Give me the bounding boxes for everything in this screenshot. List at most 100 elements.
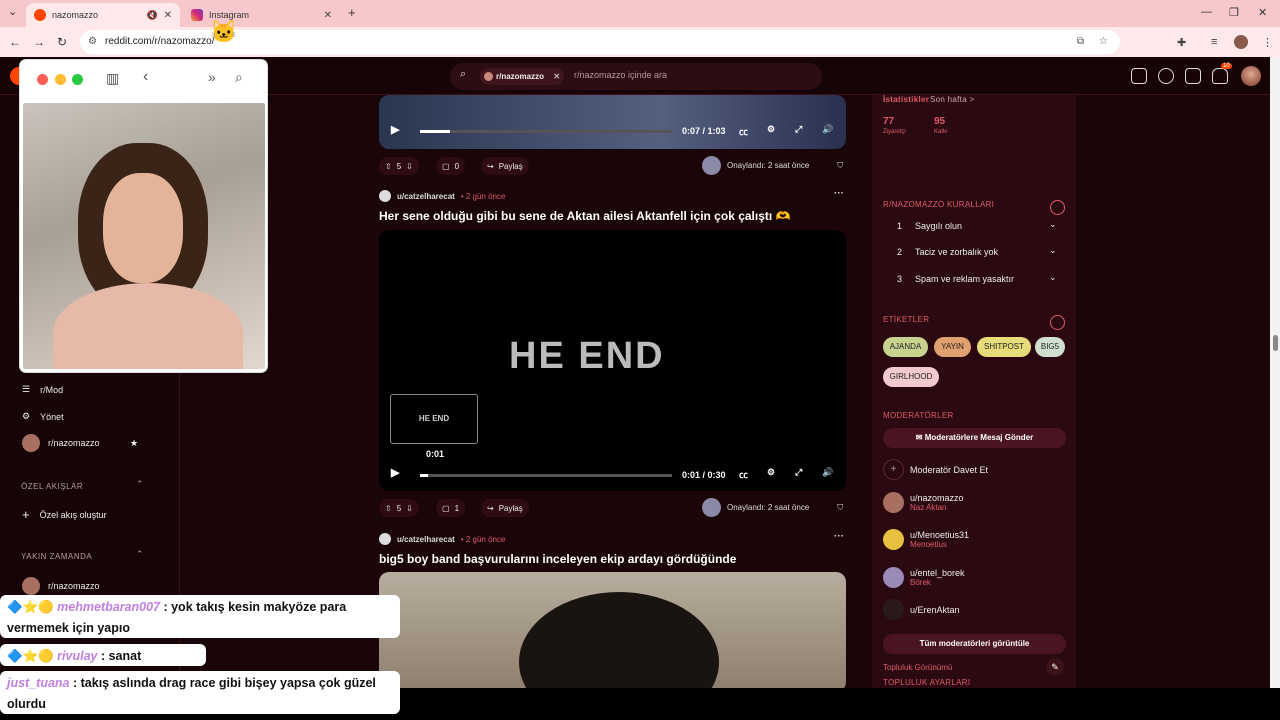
downvote-icon[interactable]: ⇩ <box>406 504 413 513</box>
comments-button[interactable]: ▢ 0 <box>436 157 466 175</box>
tab-search-icon[interactable]: ⌄ <box>8 5 17 18</box>
zoom-dot-icon[interactable] <box>72 74 83 85</box>
author-avatar[interactable] <box>379 190 391 202</box>
edit-tags-icon[interactable] <box>1050 315 1065 330</box>
volume-icon[interactable]: 🔊 <box>822 124 833 135</box>
page-scrollbar[interactable] <box>1270 57 1280 688</box>
view-all-mods-button[interactable]: Tüm moderatörleri görüntüle <box>883 634 1066 654</box>
back-arrow-icon[interactable]: ← <box>9 35 21 49</box>
search-icon[interactable]: ⌕ <box>235 69 243 86</box>
video-player[interactable]: HE END HE END 0:01 ▶ 0:01 / 0:30 ㏄ ⚙ ⤢ 🔊 <box>379 230 846 491</box>
tab-instagram[interactable]: Instagram ✕ <box>183 3 340 27</box>
clear-chip-icon[interactable]: ✕ <box>553 68 560 85</box>
back-chevron-icon[interactable]: ‹ <box>143 68 148 86</box>
comments-button[interactable]: ▢ 1 <box>436 499 466 517</box>
tag-big5[interactable]: BIG5 <box>1035 337 1065 357</box>
sidebar-item-mod[interactable]: ☰ r/Mod <box>22 384 63 395</box>
create-feed-button[interactable]: + Özel akış oluştur <box>22 507 107 522</box>
vote-control[interactable]: ⇧ 5 ⇩ <box>379 499 419 517</box>
create-post-icon[interactable] <box>1185 68 1201 84</box>
restore-button[interactable]: ❐ <box>1229 6 1239 19</box>
rule-item[interactable]: 3 Spam ve reklam yasaktır <box>897 274 1014 284</box>
post-title[interactable]: Her sene olduğu gibi bu sene de Aktan ai… <box>379 209 791 223</box>
author-name[interactable]: u/catzelharecat <box>397 535 455 544</box>
share-button[interactable]: ↪ Paylaş <box>481 157 529 175</box>
sidebar-item-manage[interactable]: ⚙ Yönet <box>22 411 64 422</box>
upvote-icon[interactable]: ⇧ <box>385 162 392 171</box>
collapse-chevron-icon[interactable]: ⌃ <box>136 479 144 490</box>
edit-rules-icon[interactable] <box>1050 200 1065 215</box>
post-image[interactable] <box>379 572 846 688</box>
new-tab-button[interactable]: + <box>348 5 356 20</box>
search-community-chip[interactable]: r/nazomazzo ✕ <box>480 68 565 85</box>
install-icon[interactable]: ⧉ <box>1077 30 1084 54</box>
search-input[interactable]: ⌕ r/nazomazzo ✕ r/nazomazzo içinde ara <box>450 63 822 90</box>
custom-feeds-heading[interactable]: ÖZEL AKIŞLAR <box>21 482 83 491</box>
recent-heading[interactable]: YAKIN ZAMANDA <box>21 552 92 561</box>
tag-girlhood[interactable]: GIRLHOOD <box>883 367 939 387</box>
mute-icon[interactable]: 🔇 <box>147 10 158 21</box>
favorite-star-icon[interactable]: ★ <box>130 438 138 449</box>
video-player[interactable]: ▶ 0:07 / 1:03 ㏄ ⚙ ⤢ 🔊 <box>379 95 846 149</box>
mod-item[interactable]: u/ErenAktan <box>883 599 960 620</box>
shield-icon[interactable]: ⛉ <box>837 503 843 513</box>
play-icon[interactable]: ▶ <box>391 123 399 136</box>
downvote-icon[interactable]: ⇩ <box>406 162 413 171</box>
tab-nazomazzo[interactable]: nazomazzo 🔇 ✕ <box>26 3 180 27</box>
collapse-chevron-icon[interactable]: ⌃ <box>136 549 144 560</box>
author-name[interactable]: u/catzelharecat <box>397 192 455 201</box>
volume-icon[interactable]: 🔊 <box>822 467 833 478</box>
play-icon[interactable]: ▶ <box>391 466 399 479</box>
minimize-dot-icon[interactable] <box>55 74 66 85</box>
user-avatar[interactable] <box>1241 66 1261 86</box>
close-dot-icon[interactable] <box>37 74 48 85</box>
reload-icon[interactable]: ↻ <box>57 35 67 49</box>
scroll-thumb[interactable] <box>1273 335 1278 351</box>
forward-chevron-icon[interactable]: » <box>208 69 216 85</box>
progress-track[interactable] <box>420 474 672 477</box>
recent-item-nazomazzo[interactable]: r/nazomazzo <box>22 577 100 595</box>
forward-arrow-icon[interactable]: → <box>33 35 45 49</box>
invite-mod-button[interactable]: + Moderatör Davet Et <box>883 459 988 480</box>
chevron-down-icon[interactable]: ⌄ <box>1049 272 1057 283</box>
upvote-icon[interactable]: ⇧ <box>385 504 392 513</box>
community-appearance-link[interactable]: Topluluk Görünümü <box>883 663 952 672</box>
media-icon[interactable]: ≡ <box>1211 36 1217 48</box>
sidebar-toggle-icon[interactable]: ▥ <box>106 70 119 87</box>
rule-item[interactable]: 1 Saygılı olun <box>897 221 962 231</box>
stats-period-toggle[interactable]: Son hafta > <box>930 95 974 104</box>
mod-item[interactable]: u/entel_borek Börek <box>883 567 965 588</box>
ads-icon[interactable] <box>1131 68 1147 84</box>
close-tab-icon[interactable]: ✕ <box>164 10 172 21</box>
close-window-button[interactable]: ✕ <box>1258 6 1267 19</box>
fullscreen-icon[interactable]: ⤢ <box>795 124 802 135</box>
site-info-icon[interactable]: ⚙ <box>88 30 97 54</box>
captions-icon[interactable]: ㏄ <box>739 468 748 481</box>
rule-item[interactable]: 2 Taciz ve zorbalık yok <box>897 247 998 257</box>
progress-track[interactable] <box>420 130 672 133</box>
close-tab-icon[interactable]: ✕ <box>324 10 332 21</box>
tag-ajanda[interactable]: AJANDA <box>883 337 928 357</box>
profile-avatar[interactable] <box>1234 35 1248 49</box>
bookmark-star-icon[interactable]: ☆ <box>1099 30 1108 54</box>
tag-shitpost[interactable]: SHITPOST <box>977 337 1031 357</box>
extensions-icon[interactable]: ✚ <box>1177 36 1186 49</box>
post-menu-icon[interactable]: ··· <box>834 531 844 542</box>
message-mods-button[interactable]: ✉ Moderatörlere Mesaj Gönder <box>883 428 1066 448</box>
minimize-button[interactable]: — <box>1201 6 1212 18</box>
chat-icon[interactable] <box>1158 68 1174 84</box>
mod-item[interactable]: u/nazomazzo Naz Aktan <box>883 492 964 513</box>
url-bar[interactable]: ⚙ reddit.com/r/nazomazzo/ 🐱 ⧉ ☆ <box>80 20 1120 54</box>
author-avatar[interactable] <box>379 533 391 545</box>
shield-icon[interactable]: ⛉ <box>837 161 843 171</box>
settings-icon[interactable]: ⚙ <box>767 124 775 135</box>
fullscreen-icon[interactable]: ⤢ <box>795 467 802 478</box>
notifications-icon[interactable] <box>1212 68 1228 84</box>
post-title[interactable]: big5 boy band başvurularını inceleyen ek… <box>379 552 736 566</box>
chevron-down-icon[interactable]: ⌄ <box>1049 219 1057 230</box>
settings-icon[interactable]: ⚙ <box>767 467 775 478</box>
captions-icon[interactable]: ㏄ <box>739 125 748 138</box>
post-menu-icon[interactable]: ··· <box>834 188 844 199</box>
sidebar-item-nazomazzo[interactable]: r/nazomazzo ★ <box>22 434 138 452</box>
menu-kebab-icon[interactable]: ⋮ <box>1262 36 1273 49</box>
